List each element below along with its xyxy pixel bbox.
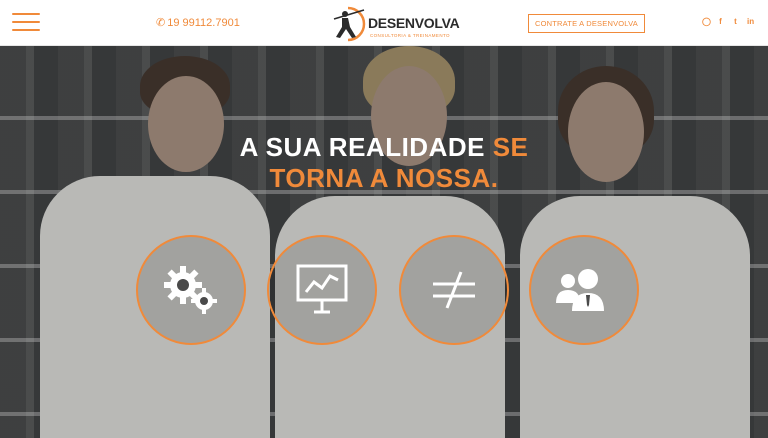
feature-circle-team[interactable]	[529, 235, 639, 345]
hire-cta-button[interactable]: CONTRATE A DESENVOLVA	[528, 14, 645, 33]
gears-icon	[164, 266, 217, 314]
hero-section: A SUA REALIDADE SE TORNA A NOSSA.	[0, 46, 768, 438]
logo[interactable]: DESENVOLVA CONSULTORIA & TREINAMENTO	[328, 5, 460, 43]
headline-accent-line2: TORNA A NOSSA.	[269, 163, 499, 193]
logo-brand: DESENVOLVA	[368, 15, 460, 31]
headline-accent: SE	[492, 132, 529, 162]
logo-tagline: CONSULTORIA & TREINAMENTO	[370, 33, 450, 38]
archer-logo-icon	[333, 6, 366, 42]
hero-headline: A SUA REALIDADE SE TORNA A NOSSA.	[0, 132, 768, 194]
facebook-icon[interactable]: f	[717, 17, 724, 26]
presentation-chart-icon	[296, 264, 348, 314]
headline-text: A SUA REALIDADE	[239, 132, 493, 162]
feature-circle-presentation[interactable]	[267, 235, 377, 345]
social-links: ◯ f t in	[702, 17, 754, 26]
team-users-icon	[556, 269, 604, 311]
phone-number: 19 99112.7901	[167, 17, 240, 29]
instagram-icon[interactable]: ◯	[702, 17, 711, 26]
feature-circle-gears[interactable]	[136, 235, 246, 345]
phone-icon: ✆	[156, 17, 166, 29]
linkedin-icon[interactable]: in	[747, 17, 754, 26]
pharmacist-photo-right	[510, 46, 760, 438]
not-equal-icon	[433, 271, 475, 309]
site-header: ✆ 19 99112.7901 DESENVOLVA CONSULTORIA & …	[0, 0, 768, 46]
phone-link[interactable]: ✆ 19 99112.7901	[156, 16, 240, 29]
twitter-icon[interactable]: t	[732, 17, 739, 26]
hamburger-icon[interactable]	[12, 13, 40, 31]
pharmacist-photo-left	[30, 46, 280, 438]
feature-circle-not-equal[interactable]	[399, 235, 509, 345]
